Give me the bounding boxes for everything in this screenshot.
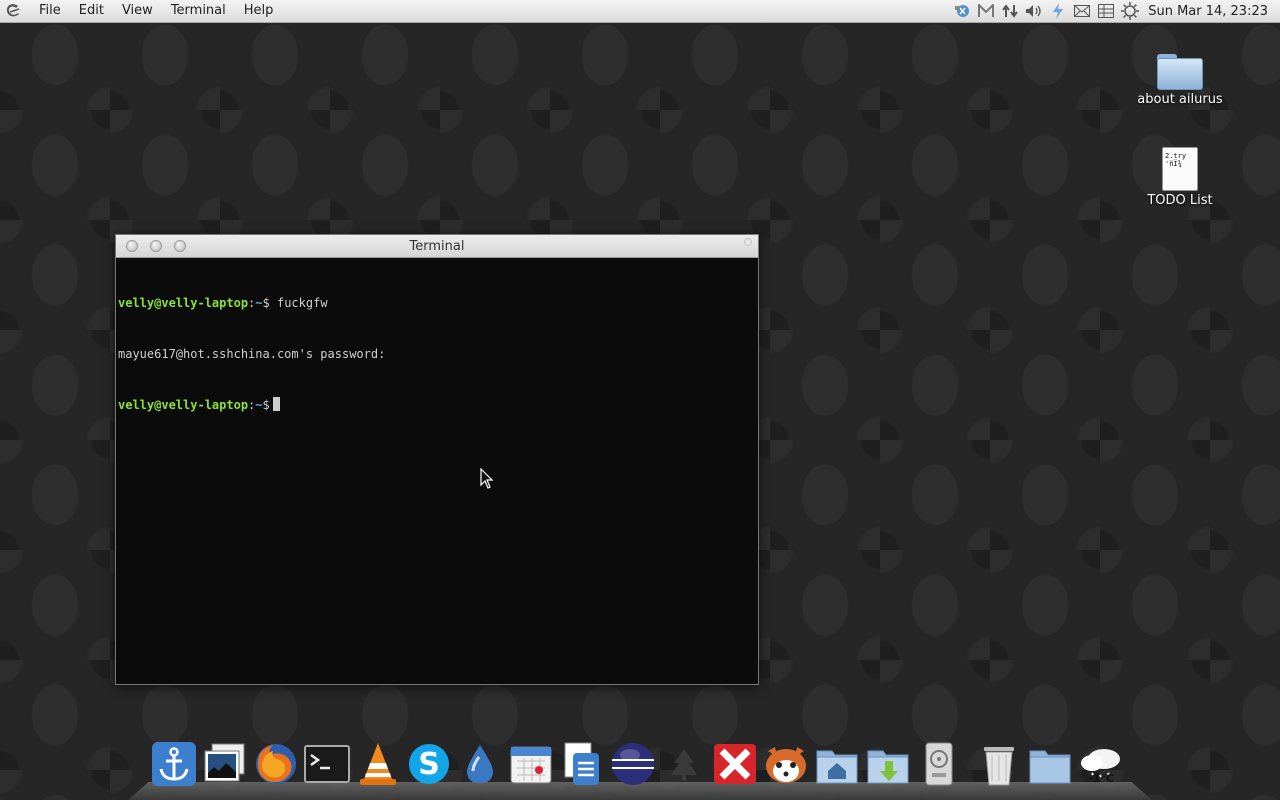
prompt-symbol: $ — [262, 296, 270, 310]
resize-grip-icon[interactable] — [744, 238, 752, 246]
text-cursor — [272, 397, 280, 411]
prompt-user: velly@velly-laptop — [118, 296, 249, 310]
menu-terminal[interactable]: Terminal — [162, 0, 235, 22]
folder-icon — [1157, 52, 1203, 90]
terminal-line: mayue617@hot.sshchina.com's password: — [118, 347, 386, 361]
calendar-icon[interactable] — [507, 740, 555, 788]
terminal-line: velly@velly-laptop:~$ fuckgfw — [118, 296, 328, 310]
home-folder-icon[interactable] — [813, 740, 861, 788]
session-gear-icon[interactable] — [1121, 2, 1140, 20]
prompt-path: ~ — [255, 296, 263, 310]
maximize-button[interactable] — [174, 240, 186, 252]
anchor-icon[interactable] — [150, 740, 198, 788]
trash-icon[interactable] — [975, 740, 1023, 788]
eclipse-icon[interactable] — [609, 740, 657, 788]
power-icon[interactable] — [1049, 2, 1067, 20]
desktop-icon-label: about ailurus — [1137, 92, 1223, 107]
desktop-icon-about-ailurus[interactable]: about ailurus — [1130, 52, 1230, 107]
envelope-icon[interactable] — [1073, 2, 1091, 20]
network-transfer-icon[interactable] — [1001, 2, 1019, 20]
system-tray: Sun Mar 14, 23:23 — [950, 0, 1280, 23]
weather-icon[interactable]: -1°C — [1077, 740, 1125, 788]
vlc-icon[interactable] — [354, 740, 402, 788]
menu-help[interactable]: Help — [235, 0, 283, 22]
clock[interactable]: Sun Mar 14, 23:23 — [1148, 4, 1268, 19]
tree-icon[interactable] — [660, 740, 708, 788]
close-button[interactable] — [126, 240, 138, 252]
svg-text:S: S — [418, 747, 440, 782]
skype-icon[interactable]: S — [405, 740, 453, 788]
desktop-icon-todo-list[interactable]: 2.try 'ñÏ¾ TODO List — [1130, 147, 1230, 208]
mail-notify-icon[interactable] — [977, 2, 995, 20]
minimize-button[interactable] — [150, 240, 162, 252]
hard-disk-icon[interactable] — [915, 740, 963, 788]
prompt-symbol: $ — [262, 398, 270, 412]
menu-edit[interactable]: Edit — [70, 0, 113, 22]
menu-file[interactable]: File — [30, 0, 70, 22]
terminal-titlebar[interactable]: Terminal — [116, 235, 758, 258]
menu-bar: File Edit View Terminal Help — [30, 0, 282, 22]
prompt-path: ~ — [255, 398, 263, 412]
drop-icon[interactable] — [456, 740, 504, 788]
terminal-command: fuckgfw — [276, 296, 328, 310]
window-controls — [126, 240, 186, 252]
desktop-folder-icon[interactable] — [1026, 740, 1074, 788]
menu-view[interactable]: View — [113, 0, 162, 22]
prompt-user: velly@velly-laptop — [118, 398, 249, 412]
dock-separator — [966, 740, 972, 788]
crossover-icon[interactable] — [711, 740, 759, 788]
volume-icon[interactable] — [1025, 2, 1043, 20]
dock: S -1°C — [150, 738, 1125, 788]
terminal-output[interactable]: velly@velly-laptop:~$ fuckgfw mayue617@h… — [116, 258, 758, 451]
firefox-icon[interactable] — [252, 740, 300, 788]
app-logo-icon[interactable] — [2, 0, 24, 22]
terminal-icon[interactable] — [303, 740, 351, 788]
window-title: Terminal — [409, 238, 465, 254]
documents-icon[interactable] — [558, 740, 606, 788]
ailurus-icon[interactable] — [762, 740, 810, 788]
file-preview-line: 'ñÏ¾ — [1165, 160, 1182, 168]
network-status-icon[interactable] — [953, 2, 971, 20]
downloads-folder-icon[interactable] — [864, 740, 912, 788]
weather-temperature: -1°C — [1088, 772, 1114, 785]
file-preview-line: 2.try — [1165, 152, 1187, 160]
desktop-icon-label: TODO List — [1147, 193, 1213, 208]
top-panel: File Edit View Terminal Help Sun Mar 14,… — [0, 0, 1280, 23]
mouse-pointer-icon — [480, 468, 494, 489]
terminal-line: velly@velly-laptop:~$ — [118, 397, 756, 414]
text-file-icon: 2.try 'ñÏ¾ — [1162, 147, 1198, 191]
terminal-window[interactable]: Terminal velly@velly-laptop:~$ fuckgfw m… — [115, 234, 759, 685]
keyboard-layout-icon[interactable] — [1097, 2, 1115, 20]
image-viewer-icon[interactable] — [201, 740, 249, 788]
